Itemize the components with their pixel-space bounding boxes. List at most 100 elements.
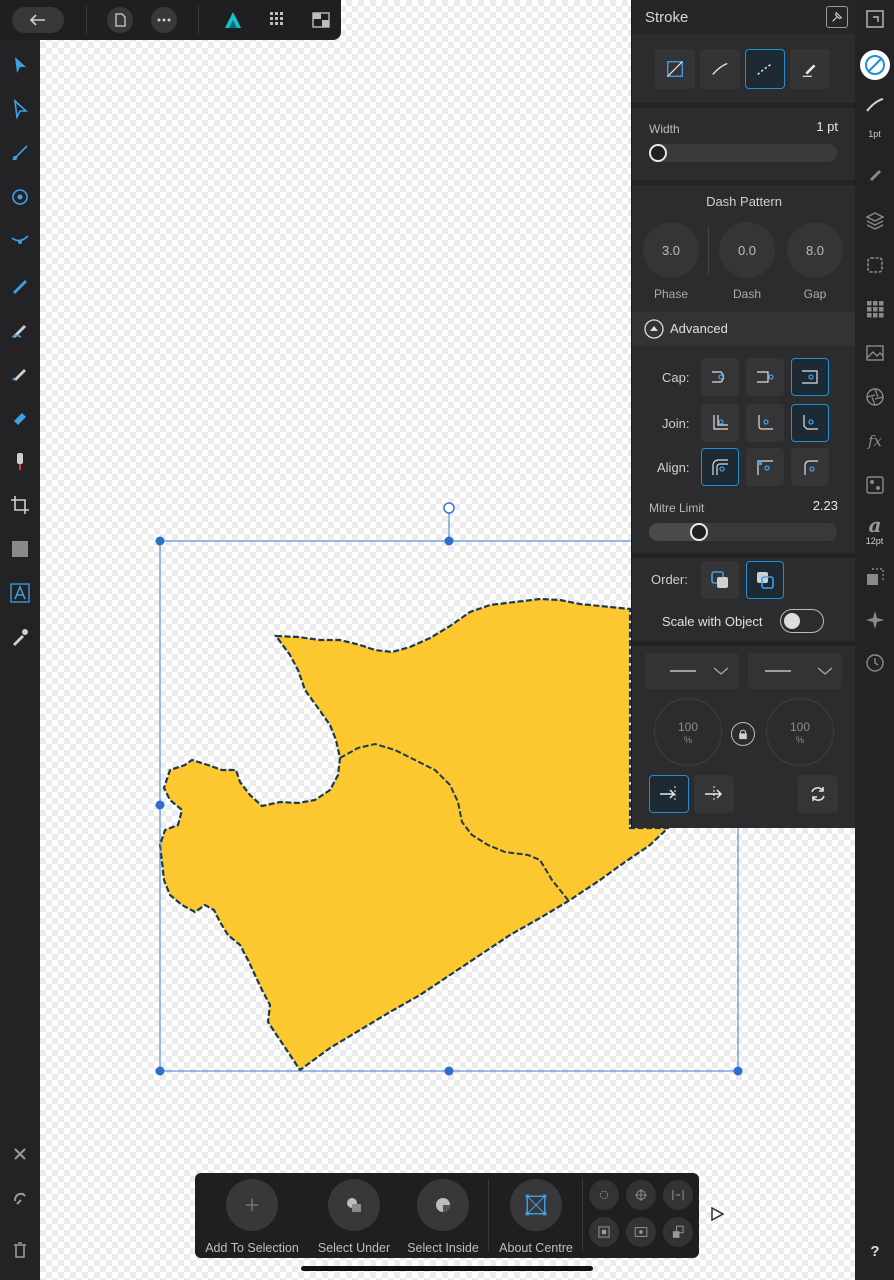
crop-tool[interactable] bbox=[6, 491, 34, 519]
dash-dial[interactable]: 0.0 bbox=[719, 222, 775, 278]
width-slider-knob[interactable] bbox=[649, 144, 667, 162]
snap-option-4-button[interactable] bbox=[589, 1217, 619, 1247]
dashed-line-icon bbox=[757, 62, 773, 76]
scale-with-object-toggle[interactable] bbox=[780, 609, 824, 633]
pixel-persona-button[interactable] bbox=[265, 7, 291, 33]
undo-button[interactable] bbox=[6, 1184, 34, 1212]
snap-option-3-button[interactable] bbox=[663, 1180, 693, 1210]
snap-option-1-button[interactable] bbox=[589, 1180, 619, 1210]
start-arrowhead-size-dial[interactable]: 100 % bbox=[654, 698, 722, 766]
selected-shape[interactable] bbox=[158, 597, 671, 1072]
more-button[interactable] bbox=[151, 7, 177, 33]
transform-studio-button[interactable] bbox=[861, 563, 889, 591]
stock-studio-button[interactable] bbox=[861, 339, 889, 367]
vector-brush-tool[interactable] bbox=[6, 359, 34, 387]
resize-handle-tl[interactable] bbox=[155, 536, 165, 546]
brushes-studio-button[interactable] bbox=[861, 160, 889, 188]
fx-studio-button[interactable]: fx bbox=[861, 427, 889, 455]
effects-studio-button[interactable] bbox=[861, 251, 889, 279]
export-persona-button[interactable] bbox=[308, 7, 334, 33]
swap-arrowheads-button[interactable] bbox=[798, 775, 838, 813]
character-studio-button[interactable]: a bbox=[861, 511, 889, 539]
stroke-in-front-button[interactable] bbox=[746, 561, 784, 599]
round-cap-icon bbox=[757, 371, 774, 383]
round-cap-button[interactable] bbox=[746, 358, 784, 396]
snap-option-2-button[interactable] bbox=[626, 1180, 656, 1210]
resize-handle-br[interactable] bbox=[733, 1066, 743, 1076]
arrow-extend-button[interactable] bbox=[649, 775, 689, 813]
swatches-studio-button[interactable] bbox=[861, 295, 889, 323]
pencil-tool[interactable] bbox=[6, 315, 34, 343]
help-button[interactable]: ? bbox=[861, 1237, 889, 1265]
about-centre-button[interactable]: About Centre bbox=[491, 1179, 581, 1255]
document-menu-button[interactable] bbox=[107, 7, 133, 33]
align-center-button[interactable] bbox=[701, 448, 739, 486]
navigator-studio-button[interactable] bbox=[861, 606, 889, 634]
butt-cap-button[interactable] bbox=[701, 358, 739, 396]
stroke-behind-fill-button[interactable] bbox=[701, 561, 739, 599]
delete-button[interactable] bbox=[6, 1236, 34, 1264]
rectangle-tool[interactable] bbox=[6, 535, 34, 563]
select-inside-button[interactable]: Select Inside bbox=[398, 1179, 488, 1255]
context-bar-expand-icon[interactable] bbox=[708, 1205, 726, 1223]
start-arrowhead-select[interactable] bbox=[645, 653, 739, 689]
stroke-studio-button[interactable] bbox=[861, 92, 889, 120]
advanced-toggle[interactable]: Advanced bbox=[632, 312, 856, 346]
round-join-icon bbox=[758, 415, 773, 430]
close-tool-button[interactable] bbox=[6, 1140, 34, 1168]
mitre-limit-slider[interactable] bbox=[649, 523, 837, 541]
advanced-label: Advanced bbox=[670, 321, 728, 336]
bevel-join-button[interactable] bbox=[791, 404, 829, 442]
end-arrowhead-size-dial[interactable]: 100 % bbox=[766, 698, 834, 766]
dashed-line-button[interactable] bbox=[745, 49, 785, 89]
styles-studio-button[interactable] bbox=[861, 471, 889, 499]
mitre-limit-value[interactable]: 2.23 bbox=[782, 498, 838, 513]
rotation-handle[interactable] bbox=[443, 502, 455, 514]
transparency-tool[interactable] bbox=[6, 447, 34, 475]
align-inside-button[interactable] bbox=[746, 448, 784, 486]
node-tool[interactable] bbox=[6, 95, 34, 123]
contour-tool[interactable] bbox=[6, 227, 34, 255]
end-arrowhead-select[interactable] bbox=[748, 653, 842, 689]
square-cap-button[interactable] bbox=[791, 358, 829, 396]
resize-handle-b[interactable] bbox=[444, 1066, 454, 1076]
select-under-label: Select Under bbox=[317, 1241, 391, 1255]
align-outside-button[interactable] bbox=[791, 448, 829, 486]
history-studio-button[interactable] bbox=[861, 649, 889, 677]
resize-handle-t[interactable] bbox=[444, 536, 454, 546]
width-slider[interactable] bbox=[649, 144, 837, 162]
back-button[interactable] bbox=[12, 7, 64, 33]
move-tool[interactable] bbox=[6, 51, 34, 79]
studio-expand-button[interactable] bbox=[861, 5, 889, 33]
resize-handle-bl[interactable] bbox=[155, 1066, 165, 1076]
link-sizes-button[interactable] bbox=[731, 722, 755, 746]
snap-option-5-button[interactable] bbox=[626, 1217, 656, 1247]
point-transform-tool[interactable] bbox=[6, 183, 34, 211]
text-tool[interactable] bbox=[6, 579, 34, 607]
color-studio-button[interactable] bbox=[860, 50, 890, 80]
no-stroke-button[interactable] bbox=[655, 49, 695, 89]
width-value[interactable]: 1 pt bbox=[782, 119, 838, 134]
designer-persona-button[interactable] bbox=[220, 7, 246, 33]
add-to-selection-button[interactable]: Add To Selection bbox=[205, 1179, 299, 1255]
color-picker-tool[interactable] bbox=[6, 623, 34, 651]
pen-tool[interactable] bbox=[6, 271, 34, 299]
pin-button[interactable] bbox=[826, 6, 848, 28]
texture-line-button[interactable] bbox=[790, 49, 830, 89]
resize-handle-l[interactable] bbox=[155, 800, 165, 810]
round-join-button[interactable] bbox=[746, 404, 784, 442]
arrow-inside-button[interactable] bbox=[694, 775, 734, 813]
mitre-limit-slider-knob[interactable] bbox=[689, 523, 708, 541]
layers-studio-button[interactable] bbox=[861, 206, 889, 234]
solid-line-button[interactable] bbox=[700, 49, 740, 89]
corner-tool[interactable] bbox=[6, 139, 34, 167]
select-under-button[interactable]: Select Under bbox=[309, 1179, 399, 1255]
snap-option-6-button[interactable] bbox=[663, 1217, 693, 1247]
appearance-studio-button[interactable] bbox=[861, 383, 889, 411]
phase-dial[interactable]: 3.0 bbox=[643, 222, 699, 278]
fill-tool[interactable] bbox=[6, 403, 34, 431]
mitre-join-button[interactable] bbox=[701, 404, 739, 442]
gap-dial[interactable]: 8.0 bbox=[787, 222, 843, 278]
pin-icon bbox=[832, 11, 843, 22]
mitre-limit-label: Mitre Limit bbox=[649, 501, 705, 515]
